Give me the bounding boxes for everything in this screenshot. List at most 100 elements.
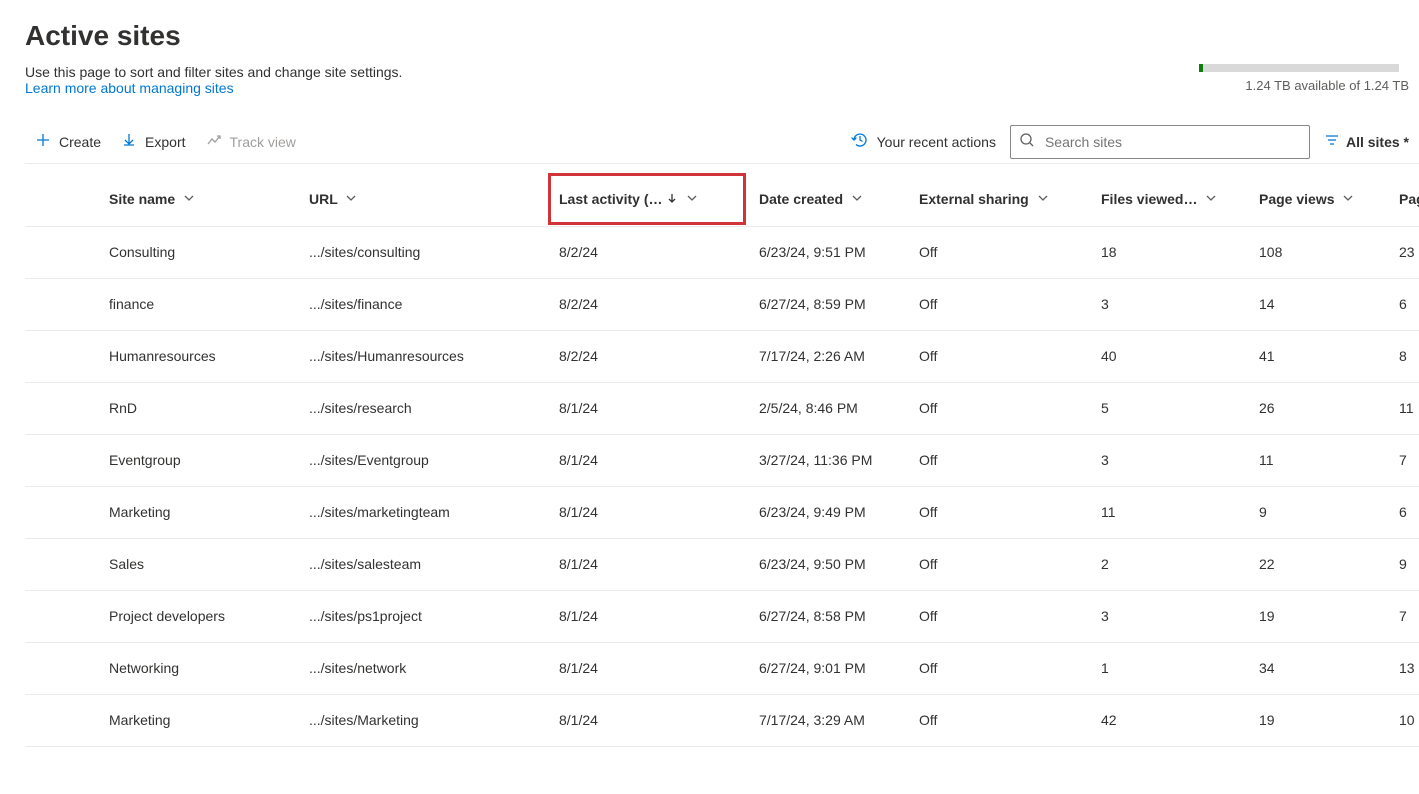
- cell-page-views: 14: [1247, 278, 1387, 330]
- cell-external-sharing: Off: [907, 278, 1089, 330]
- cell-page-views: 19: [1247, 694, 1387, 746]
- cell-last-activity: 8/1/24: [547, 538, 747, 590]
- cell-site-name[interactable]: finance: [97, 278, 297, 330]
- cell-page-visits: 13: [1387, 642, 1419, 694]
- column-site-name-label: Site name: [109, 191, 175, 207]
- cell-site-name[interactable]: Humanresources: [97, 330, 297, 382]
- chevron-down-icon: [183, 191, 195, 207]
- sites-table-container: Site name URL Last activity (… Date crea…: [25, 172, 1419, 747]
- cell-last-activity: 8/1/24: [547, 590, 747, 642]
- cell-files-viewed: 3: [1089, 434, 1247, 486]
- cell-last-activity: 8/2/24: [547, 226, 747, 278]
- row-select-cell[interactable]: [25, 382, 97, 434]
- table-row[interactable]: Marketing.../sites/marketingteam8/1/246/…: [25, 486, 1419, 538]
- cell-page-visits: 8: [1387, 330, 1419, 382]
- row-select-cell[interactable]: [25, 330, 97, 382]
- cell-site-name[interactable]: Marketing: [97, 486, 297, 538]
- cell-site-name[interactable]: RnD: [97, 382, 297, 434]
- cell-url[interactable]: .../sites/ps1project: [297, 590, 547, 642]
- table-row[interactable]: Project developers.../sites/ps1project8/…: [25, 590, 1419, 642]
- search-input[interactable]: [1043, 133, 1301, 151]
- row-select-cell[interactable]: [25, 226, 97, 278]
- column-files-viewed-label: Files viewed…: [1101, 191, 1197, 207]
- column-external-sharing-label: External sharing: [919, 191, 1029, 207]
- row-select-cell[interactable]: [25, 278, 97, 330]
- row-select-cell[interactable]: [25, 642, 97, 694]
- row-select-cell[interactable]: [25, 486, 97, 538]
- table-row[interactable]: Networking.../sites/network8/1/246/27/24…: [25, 642, 1419, 694]
- chevron-down-icon: [1342, 191, 1354, 207]
- cell-external-sharing: Off: [907, 382, 1089, 434]
- page-title: Active sites: [25, 20, 1419, 52]
- cell-page-views: 11: [1247, 434, 1387, 486]
- learn-more-link[interactable]: Learn more about managing sites: [25, 80, 234, 96]
- storage-text: 1.24 TB available of 1.24 TB: [1199, 78, 1409, 93]
- table-row[interactable]: Sales.../sites/salesteam8/1/246/23/24, 9…: [25, 538, 1419, 590]
- cell-site-name[interactable]: Sales: [97, 538, 297, 590]
- cell-site-name[interactable]: Project developers: [97, 590, 297, 642]
- row-select-cell[interactable]: [25, 434, 97, 486]
- recent-actions-label: Your recent actions: [877, 134, 996, 150]
- cell-date-created: 2/5/24, 8:46 PM: [747, 382, 907, 434]
- table-row[interactable]: Humanresources.../sites/Humanresources8/…: [25, 330, 1419, 382]
- cell-site-name[interactable]: Consulting: [97, 226, 297, 278]
- cell-url[interactable]: .../sites/Eventgroup: [297, 434, 547, 486]
- row-select-cell[interactable]: [25, 694, 97, 746]
- table-row[interactable]: Marketing.../sites/Marketing8/1/247/17/2…: [25, 694, 1419, 746]
- cell-external-sharing: Off: [907, 538, 1089, 590]
- cell-site-name[interactable]: Networking: [97, 642, 297, 694]
- view-switcher[interactable]: All sites *: [1324, 132, 1409, 151]
- table-row[interactable]: RnD.../sites/research8/1/242/5/24, 8:46 …: [25, 382, 1419, 434]
- chevron-down-icon: [345, 191, 357, 207]
- cell-page-views: 34: [1247, 642, 1387, 694]
- cell-url[interactable]: .../sites/finance: [297, 278, 547, 330]
- column-site-name[interactable]: Site name: [97, 172, 297, 226]
- cell-page-visits: 23: [1387, 226, 1419, 278]
- row-select-cell[interactable]: [25, 590, 97, 642]
- cell-date-created: 6/23/24, 9:49 PM: [747, 486, 907, 538]
- cell-url[interactable]: .../sites/marketingteam: [297, 486, 547, 538]
- storage-bar: [1199, 64, 1399, 72]
- column-page-views[interactable]: Page views: [1247, 172, 1387, 226]
- track-view-button: Track view: [196, 124, 306, 160]
- column-last-activity[interactable]: Last activity (…: [547, 172, 747, 226]
- cell-url[interactable]: .../sites/salesteam: [297, 538, 547, 590]
- cell-page-visits: 11: [1387, 382, 1419, 434]
- download-icon: [121, 132, 137, 151]
- table-row[interactable]: Consulting.../sites/consulting8/2/246/23…: [25, 226, 1419, 278]
- cell-url[interactable]: .../sites/research: [297, 382, 547, 434]
- column-external-sharing[interactable]: External sharing: [907, 172, 1089, 226]
- export-label: Export: [145, 134, 185, 150]
- cell-files-viewed: 40: [1089, 330, 1247, 382]
- cell-page-views: 19: [1247, 590, 1387, 642]
- cell-url[interactable]: .../sites/Humanresources: [297, 330, 547, 382]
- cell-files-viewed: 2: [1089, 538, 1247, 590]
- export-button[interactable]: Export: [111, 124, 195, 160]
- column-date-created[interactable]: Date created: [747, 172, 907, 226]
- cell-date-created: 7/17/24, 2:26 AM: [747, 330, 907, 382]
- cell-files-viewed: 11: [1089, 486, 1247, 538]
- table-row[interactable]: Eventgroup.../sites/Eventgroup8/1/243/27…: [25, 434, 1419, 486]
- cell-page-views: 108: [1247, 226, 1387, 278]
- create-button[interactable]: Create: [25, 124, 111, 160]
- cell-date-created: 6/23/24, 9:50 PM: [747, 538, 907, 590]
- row-select-cell[interactable]: [25, 538, 97, 590]
- recent-actions-button[interactable]: Your recent actions: [851, 131, 996, 152]
- column-files-viewed[interactable]: Files viewed…: [1089, 172, 1247, 226]
- cell-site-name[interactable]: Marketing: [97, 694, 297, 746]
- search-box[interactable]: [1010, 125, 1310, 159]
- cell-url[interactable]: .../sites/Marketing: [297, 694, 547, 746]
- cell-date-created: 6/27/24, 9:01 PM: [747, 642, 907, 694]
- column-page-visits[interactable]: Page: [1387, 172, 1419, 226]
- cell-site-name[interactable]: Eventgroup: [97, 434, 297, 486]
- cell-url[interactable]: .../sites/network: [297, 642, 547, 694]
- column-url[interactable]: URL: [297, 172, 547, 226]
- column-page-visits-label: Page: [1399, 191, 1419, 207]
- column-page-views-label: Page views: [1259, 191, 1335, 207]
- cell-external-sharing: Off: [907, 330, 1089, 382]
- search-icon: [1019, 132, 1035, 151]
- cell-external-sharing: Off: [907, 226, 1089, 278]
- table-row[interactable]: finance.../sites/finance8/2/246/27/24, 8…: [25, 278, 1419, 330]
- column-select[interactable]: [25, 172, 97, 226]
- cell-url[interactable]: .../sites/consulting: [297, 226, 547, 278]
